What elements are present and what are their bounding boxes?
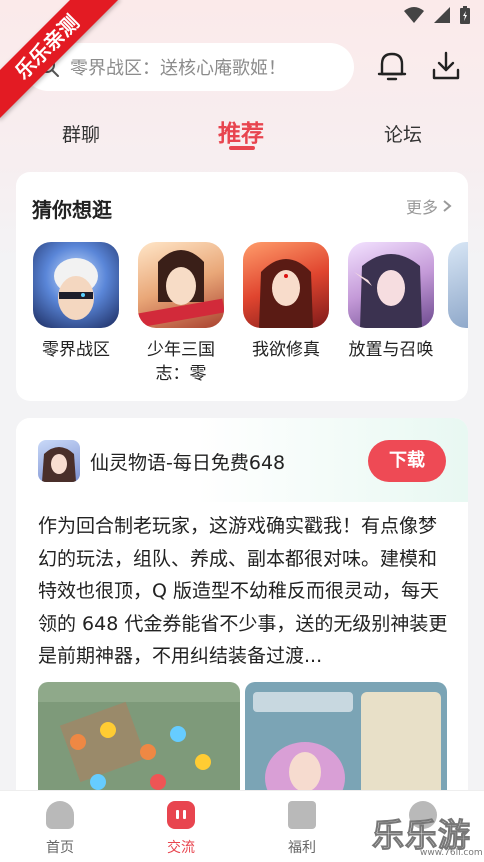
search-bar[interactable]: 零界战区：送核心庵歌姬！ [24, 43, 354, 91]
download-icon[interactable] [428, 48, 464, 84]
top-tabs: 群聊 推荐 论坛 [0, 108, 484, 158]
game-item-partial[interactable] [448, 242, 468, 328]
game-icon-zhaohuan [348, 242, 434, 328]
nav-gift[interactable]: 福利 [272, 801, 332, 857]
game-icon-sanguo [138, 242, 224, 328]
game-icon-lingjie [33, 242, 119, 328]
watermark-url: www.76ll.com [420, 848, 483, 858]
game-item-lingjie[interactable]: 零界战区 [28, 242, 124, 362]
chat-icon [167, 801, 195, 829]
post-body: 作为回合制老玩家，这游戏确实戳我！有点像梦幻的玩法，组队、养成、副本都很对味。建… [38, 515, 448, 667]
game-item-zhaohuan[interactable]: 放置与召唤 [343, 242, 439, 362]
post-game-title[interactable]: 仙灵物语-每日免费648 [90, 448, 285, 475]
nav-home[interactable]: 首页 [30, 801, 90, 857]
gift-icon [288, 801, 316, 829]
signal-icon [434, 7, 450, 23]
download-button[interactable]: 下载 [368, 440, 446, 482]
game-name: 放置与召唤 [348, 340, 434, 360]
nav-home-label: 首页 [46, 840, 74, 856]
game-avatar [38, 440, 80, 482]
game-icon-partial [448, 242, 468, 328]
game-name: 少年三国志：零 [147, 340, 215, 384]
tab-forum[interactable]: 论坛 [384, 120, 422, 147]
nav-gift-label: 福利 [288, 840, 316, 856]
more-link[interactable]: 更多 [406, 194, 452, 218]
tab-group-chat[interactable]: 群聊 [62, 120, 100, 147]
home-icon [46, 801, 74, 829]
chevron-right-icon [443, 200, 452, 212]
status-icons [404, 6, 470, 24]
game-item-sanguo[interactable]: 少年三国志：零 [133, 242, 229, 386]
game-icon-xiuzhen [243, 242, 329, 328]
game-name: 零界战区 [42, 340, 110, 360]
more-label: 更多 [405, 198, 438, 217]
tab-recommend[interactable]: 推荐 [218, 114, 264, 148]
wifi-icon [404, 7, 424, 23]
search-placeholder: 零界战区：送核心庵歌姬！ [70, 58, 286, 79]
guess-title: 猜你想逛 [32, 198, 112, 222]
tab-active-indicator [229, 146, 255, 150]
game-item-xiuzhen[interactable]: 我欲修真 [238, 242, 334, 362]
nav-chat-label: 交流 [167, 840, 195, 856]
battery-icon [460, 6, 470, 24]
guess-card: 猜你想逛 更多 零界战区 少年三国志：零 我欲修真 放置与召唤 [16, 172, 468, 401]
nav-chat[interactable]: 交流 [151, 801, 211, 857]
post-card[interactable]: 仙灵物语-每日免费648 下载 作为回合制老玩家，这游戏确实戳我！有点像梦幻的玩… [16, 418, 468, 818]
bell-icon[interactable] [374, 48, 410, 84]
game-name: 我欲修真 [252, 340, 320, 360]
